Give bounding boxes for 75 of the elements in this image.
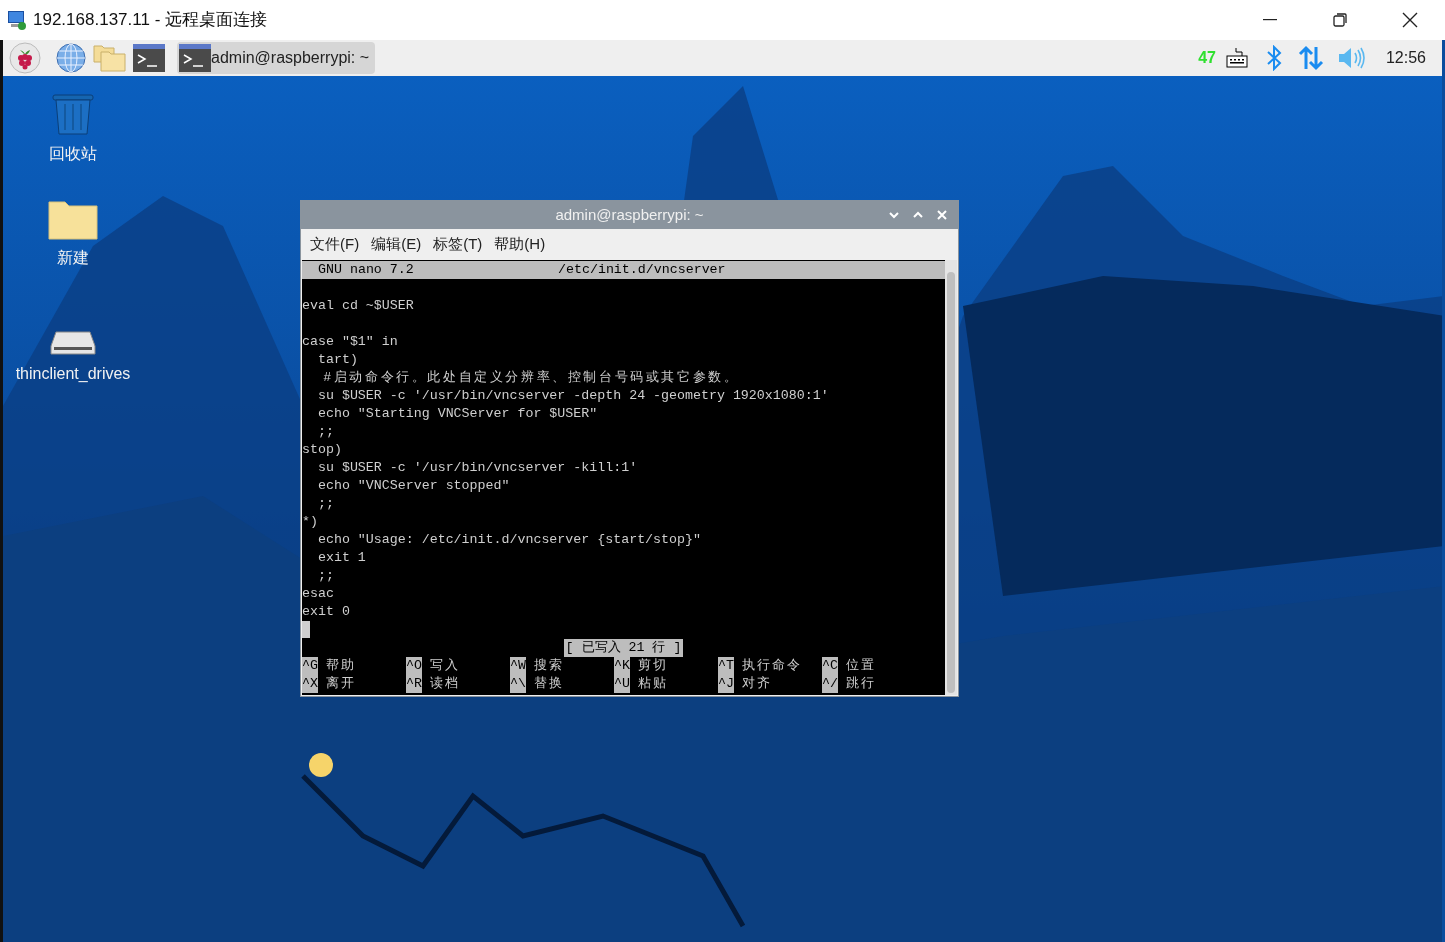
- shortcut-key: ^K: [614, 657, 630, 675]
- code-line: ;;: [316, 495, 334, 513]
- status-message: [ 已写入 21 行 ]: [563, 639, 684, 657]
- desktop-icon-label[interactable]: thinclient_drives: [15, 362, 131, 386]
- raspberry-menu-icon[interactable]: [9, 42, 41, 74]
- taskbar-window-button[interactable]: admin@raspberrypi: ~: [177, 42, 376, 74]
- code-line: su $USER -c '/usr/bin/vncserver -depth 24 -geometry 1920x1080:1': [316, 387, 829, 405]
- code-line: su $USER -c '/usr/bin/vncserver -kill:1': [316, 459, 638, 477]
- shortcut-label: 写入: [429, 657, 460, 675]
- shortcut-label: 粘贴: [637, 675, 668, 693]
- code-line: #启动命令行。此处自定义分辨率、控制台号码或其它参数。: [322, 369, 740, 387]
- text-cursor: [302, 621, 310, 638]
- volume-icon[interactable]: [1337, 46, 1366, 70]
- shortcut-label: 离开: [325, 675, 356, 693]
- shortcut-key: ^R: [406, 675, 422, 693]
- menu-item[interactable]: 标签(T): [428, 233, 488, 256]
- keyboard-icon[interactable]: [1225, 48, 1248, 68]
- close-icon: [1402, 12, 1418, 28]
- shortcut-key: ^W: [510, 657, 526, 675]
- file-path: /etc/init.d/vncserver: [558, 261, 726, 279]
- code-line: echo "Starting VNCServer for $USER": [316, 405, 598, 423]
- code-line: echo "VNCServer stopped": [316, 477, 510, 495]
- cpu-usage: 47: [1198, 48, 1216, 68]
- shortcut-key: ^O: [406, 657, 422, 675]
- terminal-icon[interactable]: [133, 44, 165, 72]
- desktop-icon-label[interactable]: 回收站: [49, 142, 97, 166]
- code-line: exit 0: [302, 603, 350, 621]
- code-line: tart): [316, 351, 358, 369]
- shortcut-key: ^J: [718, 675, 734, 693]
- shortcut-label: 剪切: [637, 657, 668, 675]
- code-line: echo "Usage: /etc/init.d/vncserver {start/stop}": [316, 531, 701, 549]
- code-line: exit 1: [316, 549, 366, 567]
- menu-item[interactable]: 编辑(E): [366, 233, 427, 256]
- globe-icon[interactable]: [55, 42, 87, 74]
- shortcut-label: 帮助: [325, 657, 356, 675]
- shortcut-label: 读档: [429, 675, 460, 693]
- shortcut-key: ^\: [510, 675, 526, 693]
- shortcut-key: ^T: [718, 657, 734, 675]
- code-line: ;;: [316, 423, 334, 441]
- code-line: eval cd ~$USER: [302, 297, 414, 315]
- shortcut-label: 跳行: [845, 675, 876, 693]
- restore-icon: [1333, 13, 1347, 27]
- code-line: case "$1" in: [302, 333, 398, 351]
- shortcut-label: 搜索: [533, 657, 564, 675]
- drive-icon[interactable]: [50, 330, 96, 356]
- clock: 12:56: [1385, 48, 1426, 68]
- menu-item[interactable]: 帮助(H): [489, 233, 551, 256]
- shortcut-key: ^U: [614, 675, 630, 693]
- shortcut-label: 替换: [533, 675, 564, 693]
- shortcut-label: 位置: [845, 657, 876, 675]
- desktop-icon-label[interactable]: 新建: [57, 246, 89, 270]
- folder-icon[interactable]: [48, 198, 98, 240]
- window-title: 192.168.137.11 - 远程桌面连接: [33, 9, 267, 32]
- bluetooth-icon[interactable]: [1265, 45, 1282, 71]
- terminal-icon: [179, 44, 211, 72]
- menu-item[interactable]: 文件(F): [305, 233, 365, 256]
- terminal-window-title: admin@raspberrypi: ~: [554, 204, 705, 225]
- network-arrows-icon[interactable]: [1297, 45, 1324, 71]
- shortcut-key: ^G: [302, 657, 318, 675]
- minimize-button[interactable]: [888, 209, 900, 221]
- scrollbar[interactable]: [945, 260, 957, 695]
- editor-version: GNU nano 7.2: [317, 261, 415, 279]
- shortcut-label: 执行命令: [741, 657, 802, 675]
- remote-desktop-icon: [6, 9, 28, 31]
- code-line: *): [302, 513, 318, 531]
- trash-icon[interactable]: [51, 92, 95, 136]
- code-line: stop): [302, 441, 342, 459]
- shortcut-key: ^/: [822, 675, 838, 693]
- shortcut-key: ^X: [302, 675, 318, 693]
- shortcut-label: 对齐: [741, 675, 772, 693]
- code-line: esac: [302, 585, 334, 603]
- minimize-icon: [1263, 19, 1277, 21]
- shortcut-key: ^C: [822, 657, 838, 675]
- code-line: ;;: [316, 567, 334, 585]
- close-button[interactable]: [936, 209, 948, 221]
